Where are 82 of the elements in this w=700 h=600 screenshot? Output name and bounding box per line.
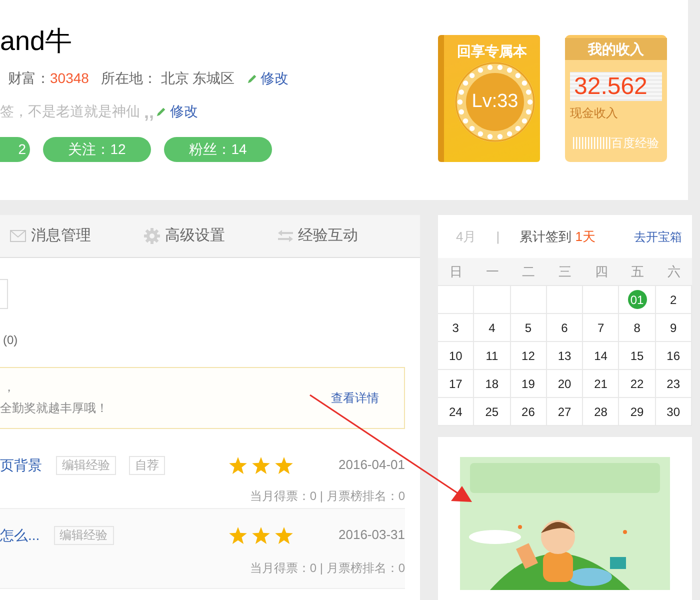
month-label: 4月 [456, 228, 476, 246]
weekday-label: 四 [594, 263, 609, 281]
signature-text: 签，不是老道就是神仙 [0, 102, 140, 121]
calendar-day[interactable]: 22 [630, 374, 644, 392]
tab[interactable]: 经验互动 [278, 224, 358, 248]
income-amount: 32.562 [570, 72, 662, 101]
votes-text: 当月得票：0 | 月票榜排名：0 [250, 488, 405, 505]
calendar-day[interactable]: 6 [561, 318, 568, 336]
input-field[interactable] [0, 279, 8, 309]
votes-text: 当月得票：0 | 月票榜排名：0 [250, 560, 405, 577]
calendar-day[interactable]: 12 [522, 346, 535, 364]
mail-icon [10, 230, 26, 242]
calendar-day[interactable]: 11 [486, 346, 498, 364]
calendar-day[interactable]: 13 [558, 346, 572, 364]
calendar-day[interactable]: 30 [666, 402, 680, 420]
star-icon [274, 526, 292, 544]
experience-title-link[interactable]: 页背景 [0, 454, 42, 476]
date-text: 2016-03-31 [338, 526, 405, 544]
calendar-day[interactable]: 4 [488, 318, 496, 336]
calendar-day[interactable]: 28 [594, 402, 608, 420]
income-caption: 现金收入 [570, 105, 619, 122]
tab[interactable]: 消息管理 [10, 224, 91, 248]
swap-arrows-icon [278, 230, 293, 242]
calendar-day[interactable]: 20 [558, 374, 572, 392]
notice-text: ， [3, 380, 16, 394]
calendar-day[interactable]: 25 [485, 402, 499, 420]
calendar-day[interactable]: 24 [448, 402, 462, 420]
calendar-day[interactable]: 23 [666, 374, 680, 392]
weekday-label: 一 [484, 263, 500, 281]
open-chest-link[interactable]: 去开宝箱 [634, 228, 682, 246]
tag-label: 编辑经验 [54, 526, 114, 544]
edit-link[interactable]: 修改 [260, 68, 289, 89]
gear-icon [144, 228, 160, 244]
star-icon [252, 456, 270, 474]
tag-label: 编辑经验 [56, 456, 116, 474]
pencil-icon [156, 106, 168, 117]
calendar-day[interactable]: 17 [448, 374, 462, 392]
quote-mark: ,, [144, 104, 154, 118]
weekday-label: 六 [666, 263, 682, 281]
count-text: (0) [3, 332, 19, 349]
calendar-day[interactable]: 15 [630, 346, 644, 364]
calendar-day[interactable]: 10 [448, 346, 462, 364]
star-icon [274, 456, 292, 474]
barcode-icon [573, 137, 611, 149]
star-icon [228, 456, 246, 474]
weekday-label: 日 [448, 263, 464, 281]
calendar-day[interactable]: 2 [670, 290, 677, 308]
calendar-day[interactable]: 7 [597, 318, 604, 336]
calendar-day[interactable]: 8 [634, 318, 640, 336]
calendar-day[interactable]: 5 [524, 318, 532, 336]
level-text: Lv:33 [470, 91, 520, 113]
calendar-day[interactable]: 3 [452, 318, 459, 336]
calendar-day[interactable]: 26 [522, 402, 535, 420]
details-link[interactable]: 查看详情 [331, 389, 379, 407]
pencil-icon [246, 73, 258, 84]
calendar-day[interactable]: 21 [594, 374, 608, 392]
star-icon [228, 526, 246, 544]
calendar-day[interactable]: 27 [558, 402, 572, 420]
wealth-text: 财富：30348 [8, 69, 89, 88]
experience-title-link[interactable]: 怎么... [0, 524, 40, 546]
weekday-label: 三 [557, 263, 572, 281]
tag-label: 自荐 [129, 456, 165, 474]
calendar-day[interactable]: 14 [594, 346, 608, 364]
notice-text: 全勤奖就越丰厚哦！ [0, 400, 108, 416]
income-title: 我的收入 [565, 38, 667, 60]
weekday-label: 二 [521, 263, 536, 281]
brand-text: 百度经验 [611, 135, 659, 152]
book-title: 回享专属本 [456, 42, 528, 61]
calendar-day[interactable]: 16 [666, 346, 680, 364]
streak-text: 累计签到 1天 [520, 228, 596, 246]
calendar-day[interactable]: 9 [670, 318, 677, 336]
calendar-day[interactable]: 29 [630, 402, 644, 420]
separator-text: | [496, 228, 500, 246]
weekday-label: 五 [630, 263, 646, 281]
date-text: 2016-04-01 [338, 456, 405, 474]
edit-link[interactable]: 修改 [170, 101, 198, 122]
calendar-day[interactable]: 19 [522, 374, 535, 392]
star-icon [252, 526, 270, 544]
location-text: 所在地： 北京 东城区 [100, 69, 235, 88]
tab[interactable]: 高级设置 [144, 224, 225, 248]
calendar-day[interactable]: 18 [485, 374, 499, 392]
user-name: and牛 [0, 25, 74, 58]
